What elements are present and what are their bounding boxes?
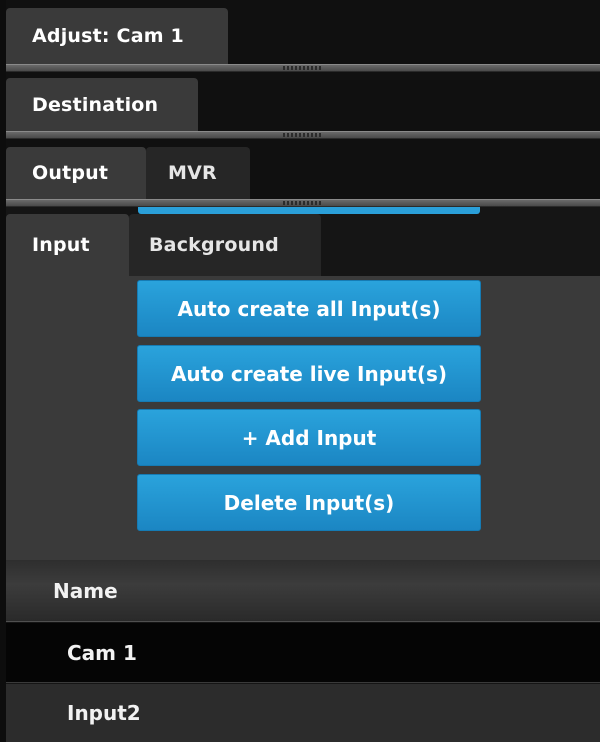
- delete-inputs-button[interactable]: Delete Input(s): [137, 474, 481, 531]
- auto-create-all-inputs-button[interactable]: Auto create all Input(s): [137, 280, 481, 337]
- tab-output[interactable]: Output: [6, 147, 146, 199]
- tab-adjust-label: Adjust: Cam 1: [32, 25, 184, 47]
- add-input-button[interactable]: + Add Input: [137, 409, 481, 466]
- tab-mvr-label: MVR: [168, 162, 217, 184]
- add-input-label: + Add Input: [241, 425, 377, 450]
- table-header-name[interactable]: Name: [6, 560, 600, 622]
- table-row[interactable]: Cam 1: [6, 623, 600, 683]
- tab-input[interactable]: Input: [6, 214, 129, 276]
- delete-inputs-label: Delete Input(s): [223, 490, 395, 515]
- destination-panel-header: Destination: [6, 72, 600, 131]
- splitter-output[interactable]: [6, 199, 600, 207]
- scrolled-button-edge: [138, 207, 480, 214]
- input-panel: Input Background Auto create all Input(s…: [6, 214, 600, 560]
- tab-background-label: Background: [149, 234, 279, 256]
- tab-destination-label: Destination: [32, 93, 159, 116]
- tab-adjust[interactable]: Adjust: Cam 1: [6, 8, 228, 64]
- splitter-destination[interactable]: [6, 131, 600, 139]
- tab-background[interactable]: Background: [129, 214, 321, 276]
- tab-destination[interactable]: Destination: [6, 78, 198, 131]
- tab-output-label: Output: [32, 162, 109, 184]
- row-name: Input2: [67, 701, 141, 725]
- grip-icon: [283, 66, 323, 70]
- grip-icon: [283, 133, 323, 137]
- column-header-name: Name: [53, 578, 118, 603]
- auto-create-live-inputs-button[interactable]: Auto create live Input(s): [137, 345, 481, 402]
- table-row[interactable]: Input2: [6, 684, 600, 742]
- splitter-adjust[interactable]: [6, 64, 600, 72]
- panel-container: Adjust: Cam 1 Destination Output MVR Inp…: [0, 0, 600, 742]
- tab-input-label: Input: [32, 234, 90, 256]
- grip-icon: [283, 201, 323, 205]
- row-name: Cam 1: [67, 640, 137, 665]
- input-panel-tabs: Input Background: [6, 214, 600, 276]
- auto-create-live-inputs-label: Auto create live Input(s): [170, 361, 448, 386]
- auto-create-all-inputs-label: Auto create all Input(s): [177, 296, 441, 321]
- adjust-panel-header: Adjust: Cam 1: [6, 0, 600, 64]
- tab-mvr[interactable]: MVR: [146, 147, 250, 199]
- output-panel-header: Output MVR: [6, 139, 600, 199]
